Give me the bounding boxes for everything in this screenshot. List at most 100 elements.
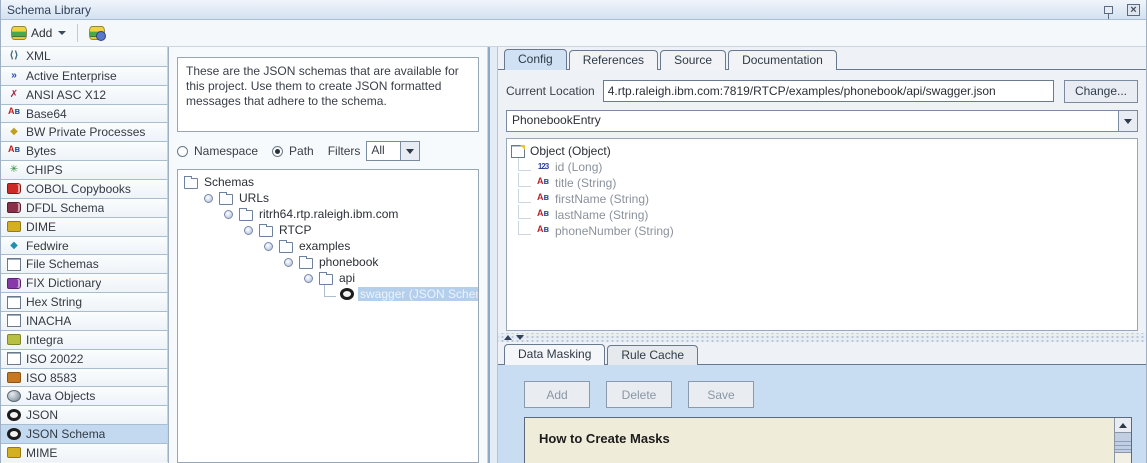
help-scrollbar[interactable] [1114, 418, 1131, 463]
json-icon [7, 409, 21, 421]
tab-config[interactable]: Config [504, 49, 567, 70]
sidebar-item-iso-20022[interactable]: ISO 20022 [1, 349, 168, 368]
type-selector-arrow-button[interactable] [1118, 110, 1138, 132]
tree-node-label: ritrh64.rtp.raleigh.ibm.com [257, 207, 400, 221]
json-schema-icon [340, 288, 354, 300]
filters-combo-value: All [366, 141, 400, 161]
expand-knob-icon[interactable] [224, 210, 233, 219]
sidebar-item-integra[interactable]: Integra [1, 330, 168, 349]
string-icon: Aʙ [536, 193, 550, 206]
sidebar-item-hex-string[interactable]: Hex String [1, 292, 168, 311]
sidebar-item-label: ISO 20022 [26, 352, 83, 366]
string-icon: Aʙ [536, 209, 550, 222]
tab-rule-cache[interactable]: Rule Cache [607, 345, 698, 365]
mime-icon [7, 447, 21, 458]
sidebar-item-inacha[interactable]: INACHA [1, 311, 168, 330]
sidebar-item-fedwire[interactable]: ◆Fedwire [1, 236, 168, 255]
save-mask-button[interactable]: Save [688, 381, 754, 408]
tree-node[interactable]: phonebook [180, 254, 476, 270]
splitter-expand-up-icon[interactable] [504, 335, 512, 340]
object-node-label: lastName (String) [555, 208, 648, 222]
sidebar-item-xml[interactable]: ⟨⟩XML [1, 47, 168, 66]
namespace-radio[interactable] [177, 146, 188, 157]
add-dropdown-arrow-icon[interactable] [58, 31, 66, 35]
filters-label: Filters [328, 144, 361, 158]
schema-library-window: Schema Library × Add ⟨⟩XML»Active Enterp… [0, 0, 1147, 463]
close-icon[interactable]: × [1127, 4, 1140, 16]
tree-node[interactable]: ritrh64.rtp.raleigh.ibm.com [180, 206, 476, 222]
masking-tab-bar: Data MaskingRule Cache [498, 342, 1146, 365]
add-button-label: Add [31, 26, 52, 40]
object-node-label: firstName (String) [555, 192, 649, 206]
horizontal-splitter[interactable] [498, 333, 1146, 342]
type-selector-value: PhonebookEntry [506, 110, 1118, 132]
sidebar-item-cobol-copybooks[interactable]: COBOL Copybooks [1, 179, 168, 198]
sidebar-item-active-enterprise[interactable]: »Active Enterprise [1, 66, 168, 85]
sidebar-item-dime[interactable]: DIME [1, 217, 168, 236]
tree-node[interactable]: swagger (JSON Schema) [180, 286, 476, 302]
tree-node[interactable]: URLs [180, 190, 476, 206]
sidebar-item-bytes[interactable]: AʙBytes [1, 141, 168, 160]
sidebar-item-json-schema[interactable]: JSON Schema [1, 424, 168, 443]
tree-connector [518, 157, 531, 171]
scrollbar-thumb[interactable] [1115, 433, 1131, 453]
sidebar-item-bw-private-processes[interactable]: ◆BW Private Processes [1, 122, 168, 141]
tab-references[interactable]: References [569, 50, 658, 70]
path-radio-label[interactable]: Path [289, 144, 314, 158]
object-tree-node[interactable]: AʙphoneNumber (String) [511, 223, 1133, 239]
sidebar-item-label: Active Enterprise [26, 69, 117, 83]
bytes-icon: Aʙ [7, 145, 21, 158]
sidebar-item-chips[interactable]: ✳CHIPS [1, 160, 168, 179]
scroll-up-button[interactable] [1115, 418, 1131, 433]
change-location-button[interactable]: Change... [1064, 80, 1138, 103]
path-radio[interactable] [272, 146, 283, 157]
tree-node[interactable]: examples [180, 238, 476, 254]
expand-knob-icon[interactable] [304, 274, 313, 283]
pin-icon[interactable] [1104, 6, 1113, 14]
tab-documentation[interactable]: Documentation [728, 50, 837, 70]
object-tree-node[interactable]: Aʙ lastName (String) [511, 207, 1133, 223]
expand-knob-icon[interactable] [244, 226, 253, 235]
filters-combo-arrow-button[interactable] [400, 141, 420, 161]
namespace-radio-label[interactable]: Namespace [194, 144, 258, 158]
split-divider[interactable] [488, 47, 498, 463]
filters-combo[interactable]: All [366, 141, 420, 161]
masking-button-row: Add Delete Save [524, 381, 1146, 408]
object-tree-node[interactable]: Object (Object) [511, 143, 1133, 159]
add-button[interactable]: Add [5, 24, 72, 42]
schema-refresh-button[interactable] [83, 24, 111, 42]
tab-source[interactable]: Source [660, 50, 726, 70]
tree-node[interactable]: RTCP [180, 222, 476, 238]
sidebar-item-dfdl-schema[interactable]: DFDL Schema [1, 198, 168, 217]
data-masking-panel: AddDeleteSave How to Create Masks [498, 365, 1146, 463]
sidebar-item-base64[interactable]: AʙBase64 [1, 104, 168, 123]
java-objects-icon [7, 390, 21, 402]
schema-description: These are the JSON schemas that are avai… [177, 57, 479, 132]
expand-knob-icon[interactable] [204, 194, 213, 203]
sidebar-item-file-schemas[interactable]: File Schemas [1, 254, 168, 273]
expand-knob-icon[interactable] [264, 242, 273, 251]
object-tree-node[interactable]: 123id (Long) [511, 159, 1133, 175]
sidebar-item-iso-8583[interactable]: ISO 8583 [1, 368, 168, 387]
expand-knob-icon[interactable] [284, 258, 293, 267]
schema-object-tree: Object (Object)123id (Long)Aʙtitle (Stri… [506, 138, 1138, 331]
current-location-input[interactable] [603, 80, 1054, 102]
object-tree-node[interactable]: Aʙ firstName (String) [511, 191, 1133, 207]
file-schemas-icon [7, 258, 21, 271]
sidebar-item-fix-dictionary[interactable]: FIX Dictionary [1, 273, 168, 292]
tab-data-masking[interactable]: Data Masking [504, 344, 605, 365]
type-selector-combo[interactable]: PhonebookEntry [506, 110, 1138, 132]
tree-node-label: phonebook [317, 255, 380, 269]
object-tree-node[interactable]: Aʙtitle (String) [511, 175, 1133, 191]
delete-mask-button[interactable]: Delete [606, 381, 672, 408]
sidebar-item-mime[interactable]: MIME [1, 443, 168, 462]
sidebar-item-json[interactable]: JSON [1, 405, 168, 424]
sidebar-item-java-objects[interactable]: Java Objects [1, 386, 168, 405]
sidebar-item-ansi-asc-x12[interactable]: ✗ANSI ASC X12 [1, 85, 168, 104]
tree-node[interactable]: Schemas [180, 174, 476, 190]
splitter-expand-down-icon[interactable] [516, 335, 524, 340]
object-node-label: Object (Object) [530, 144, 611, 158]
add-mask-button[interactable]: Add [524, 381, 590, 408]
tree-node[interactable]: api [180, 270, 476, 286]
cobol-book-icon [7, 183, 21, 194]
